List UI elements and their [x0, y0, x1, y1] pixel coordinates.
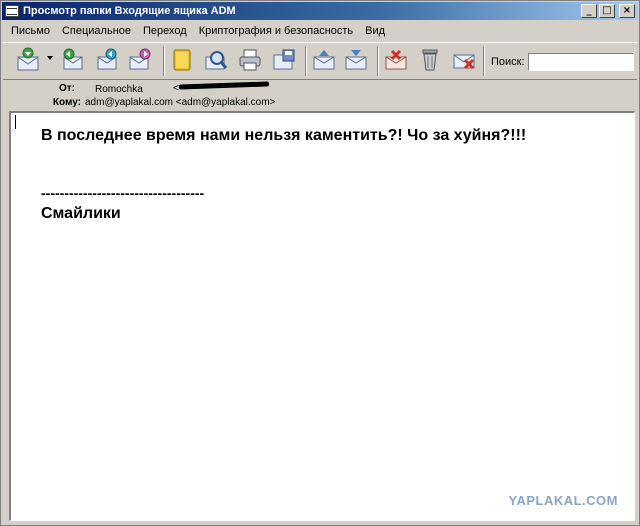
next-message-icon[interactable]	[343, 47, 369, 73]
maximize-button[interactable]: □	[599, 4, 615, 18]
toolbar-separator	[305, 46, 307, 76]
message-header: От: Romochka < Кому: adm@yaplakal.com <a…	[3, 81, 637, 111]
message-separator: -----------------------------------	[41, 185, 205, 201]
menu-special[interactable]: Специальное	[62, 25, 131, 37]
to-label: Кому:	[52, 97, 81, 108]
window-controls: _ □ ×	[581, 4, 635, 18]
menu-view[interactable]: Вид	[365, 25, 385, 37]
delete-message-icon[interactable]	[451, 47, 477, 73]
reply-all-icon[interactable]	[93, 47, 119, 73]
mail-window: Просмотр папки Входящие ящика ADM _ □ × …	[0, 0, 640, 526]
message-line-1: В последнее время нами нельзя каментить?…	[41, 127, 527, 144]
message-line-smileys: Смайлики	[41, 205, 121, 222]
toolbar: Поиск:	[3, 42, 637, 80]
search-input[interactable]	[528, 53, 634, 71]
print-icon[interactable]	[237, 47, 263, 73]
menu-go[interactable]: Переход	[143, 25, 187, 37]
toolbar-separator	[483, 46, 485, 76]
reply-icon[interactable]	[59, 47, 85, 73]
from-label: От:	[58, 83, 75, 94]
minimize-button[interactable]: _	[581, 4, 597, 18]
redaction-mark	[178, 81, 270, 90]
search-label: Поиск:	[491, 56, 525, 68]
title-bar[interactable]: Просмотр папки Входящие ящика ADM _ □ ×	[2, 2, 638, 20]
close-button[interactable]: ×	[619, 4, 635, 18]
window-title: Просмотр папки Входящие ящика ADM	[23, 5, 236, 17]
from-email-open: <	[173, 83, 179, 94]
menu-letter[interactable]: Письмо	[11, 25, 50, 37]
get-mail-dropdown-arrow[interactable]	[47, 56, 53, 60]
address-book-icon[interactable]	[169, 47, 195, 73]
window-app-icon	[5, 5, 19, 17]
to-value[interactable]: adm@yaplakal.com <adm@yaplakal.com>	[85, 97, 275, 108]
save-icon[interactable]	[271, 47, 297, 73]
site-watermark: YAPLAKAL.COM	[508, 493, 618, 508]
toolbar-separator	[163, 46, 165, 76]
menu-bar: Письмо Специальное Переход Криптография …	[3, 22, 637, 40]
menu-crypto-security[interactable]: Криптография и безопасность	[199, 25, 353, 37]
from-name[interactable]: Romochka	[95, 84, 143, 95]
mark-spam-icon[interactable]	[383, 47, 409, 73]
message-body[interactable]: В последнее время нами нельзя каментить?…	[9, 111, 635, 521]
toolbar-separator	[377, 46, 379, 76]
delete-icon[interactable]	[417, 47, 443, 73]
find-icon[interactable]	[203, 47, 229, 73]
get-mail-icon[interactable]	[15, 47, 41, 73]
text-cursor	[15, 115, 16, 129]
previous-message-icon[interactable]	[311, 47, 337, 73]
forward-icon[interactable]	[127, 47, 153, 73]
